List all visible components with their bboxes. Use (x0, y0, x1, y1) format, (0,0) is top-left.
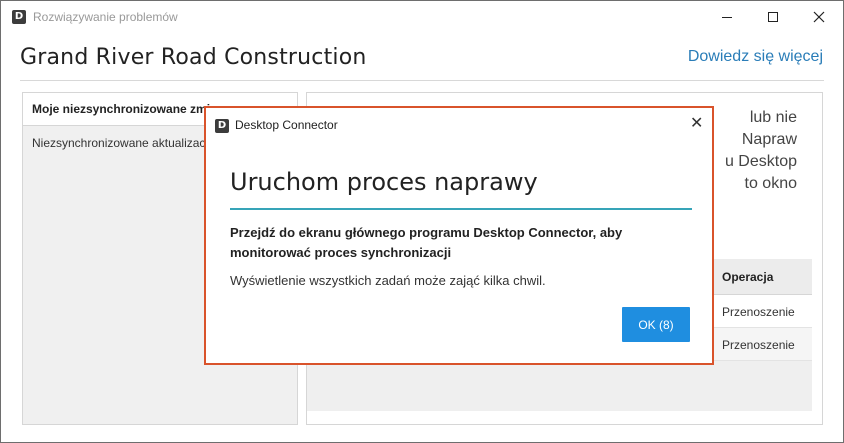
window-title: Rozwiązywanie problemów (33, 10, 178, 24)
close-icon (813, 11, 825, 23)
maximize-button[interactable] (750, 1, 796, 33)
heading-divider (230, 208, 692, 210)
minimize-button[interactable] (704, 1, 750, 33)
operation-column-header[interactable]: Operacja (711, 259, 812, 295)
maximize-icon (768, 12, 778, 22)
dialog-heading: Uruchom proces naprawy (230, 168, 538, 196)
project-title: Grand River Road Construction (20, 45, 367, 70)
desktop-connector-icon: D (12, 10, 26, 24)
dialog-instruction: Przejdź do ekranu głównego programu Desk… (230, 225, 623, 260)
dialog-title: Desktop Connector (235, 118, 338, 132)
table-row[interactable]: Przenoszenie (711, 328, 812, 361)
dialog-close-icon[interactable]: ✕ (690, 116, 703, 132)
repair-dialog: D Desktop Connector ✕ Uruchom proces nap… (204, 106, 714, 365)
header-divider (20, 80, 824, 81)
table-row[interactable]: Przenoszenie (711, 295, 812, 328)
learn-more-link[interactable]: Dowiedz się więcej (688, 48, 823, 66)
title-bar: D Rozwiązywanie problemów (1, 1, 843, 33)
close-window-button[interactable] (796, 1, 842, 33)
minimize-icon (722, 16, 732, 18)
desktop-connector-icon: D (215, 119, 229, 133)
dialog-note: Wyświetlenie wszystkich zadań może zająć… (230, 273, 546, 288)
ok-button[interactable]: OK (8) (622, 307, 690, 342)
